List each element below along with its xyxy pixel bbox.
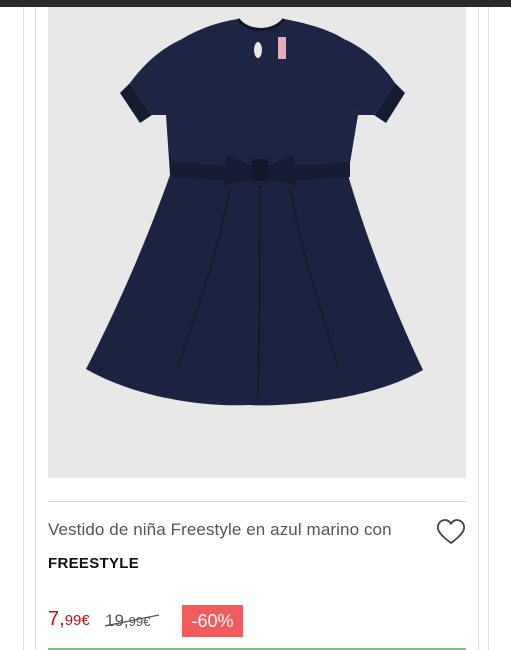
divider bbox=[48, 501, 466, 502]
top-status-bar bbox=[0, 0, 511, 7]
frame-border-right-outer bbox=[488, 7, 489, 650]
product-card[interactable]: Vestido de niña Freestyle en azul marino… bbox=[36, 7, 478, 650]
frame-border-right-inner bbox=[478, 7, 479, 650]
product-title[interactable]: Vestido de niña Freestyle en azul marino… bbox=[48, 520, 428, 540]
current-price-main: 7, bbox=[48, 608, 65, 630]
brand-name[interactable]: FREESTYLE bbox=[48, 555, 139, 572]
heart-outline-icon[interactable] bbox=[436, 518, 466, 546]
current-price: 7,99€ bbox=[48, 608, 90, 631]
original-price: 19,99€ bbox=[104, 611, 160, 631]
current-price-cents: 99€ bbox=[64, 612, 90, 629]
strikethrough-line bbox=[104, 614, 160, 627]
navy-dress-image bbox=[86, 17, 423, 406]
product-image[interactable] bbox=[48, 7, 466, 478]
discount-badge: -60% bbox=[182, 605, 243, 637]
frame-border-left-outer bbox=[23, 7, 24, 650]
